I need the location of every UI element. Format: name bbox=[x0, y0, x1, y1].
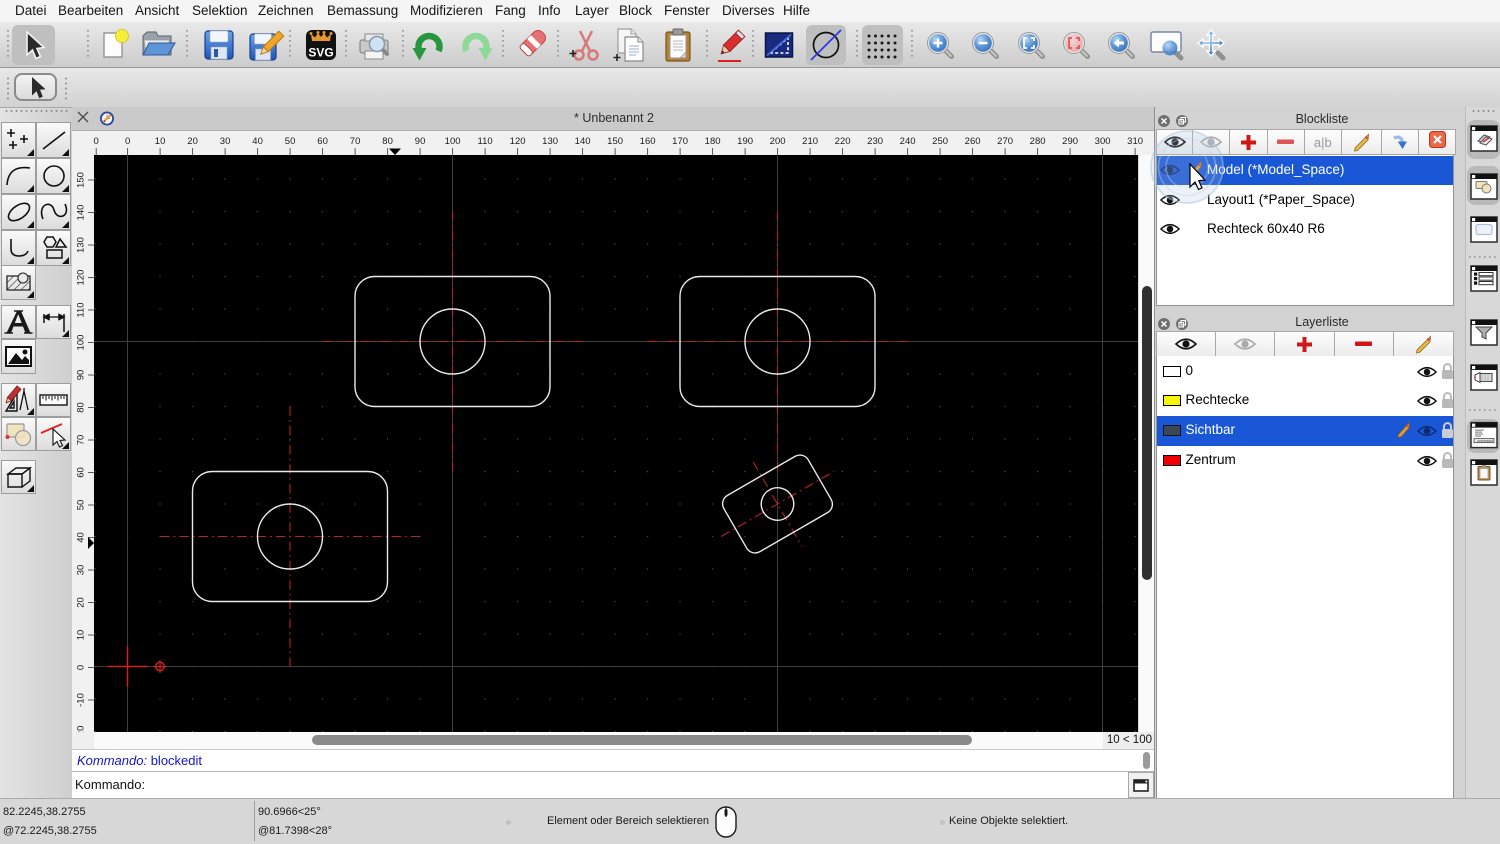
svg-text:180: 180 bbox=[705, 136, 721, 147]
svg-text:270: 270 bbox=[997, 136, 1013, 147]
svg-text:0: 0 bbox=[76, 664, 87, 669]
svg-text:90: 90 bbox=[76, 369, 87, 380]
svg-text:20: 20 bbox=[76, 597, 87, 608]
svg-text:30: 30 bbox=[220, 136, 231, 147]
svg-text:80: 80 bbox=[382, 136, 393, 147]
svg-text:110: 110 bbox=[76, 302, 87, 317]
svg-text:10: 10 bbox=[76, 629, 87, 640]
svg-text:160: 160 bbox=[640, 136, 656, 147]
svg-text:110: 110 bbox=[478, 136, 493, 147]
svg-text:130: 130 bbox=[542, 136, 558, 147]
svg-text:300: 300 bbox=[1095, 136, 1111, 147]
svg-text:200: 200 bbox=[770, 136, 786, 147]
svg-text:40: 40 bbox=[76, 532, 87, 543]
svg-text:260: 260 bbox=[965, 136, 981, 147]
svg-text:120: 120 bbox=[510, 136, 526, 147]
svg-text:230: 230 bbox=[867, 136, 883, 147]
svg-text:-20: -20 bbox=[76, 725, 87, 731]
svg-text:100: 100 bbox=[445, 136, 461, 147]
svg-text:250: 250 bbox=[932, 136, 948, 147]
svg-text:280: 280 bbox=[1030, 136, 1046, 147]
svg-text:0: 0 bbox=[94, 136, 99, 147]
svg-text:10: 10 bbox=[155, 136, 166, 147]
svg-text:60: 60 bbox=[317, 136, 328, 147]
svg-text:310: 310 bbox=[1127, 136, 1143, 147]
svg-text:40: 40 bbox=[252, 136, 263, 147]
svg-text:290: 290 bbox=[1062, 136, 1078, 147]
svg-text:SVG: SVG bbox=[308, 46, 333, 60]
svg-text:130: 130 bbox=[76, 237, 87, 253]
svg-text:70: 70 bbox=[350, 136, 361, 147]
svg-text:20: 20 bbox=[187, 136, 198, 147]
svg-text:80: 80 bbox=[76, 402, 87, 413]
svg-text:50: 50 bbox=[285, 136, 296, 147]
svg-text:140: 140 bbox=[76, 204, 87, 220]
svg-text:140: 140 bbox=[575, 136, 591, 147]
svg-text:90: 90 bbox=[415, 136, 426, 147]
svg-text:170: 170 bbox=[672, 136, 688, 147]
svg-text:-10: -10 bbox=[76, 693, 87, 707]
svg-text:50: 50 bbox=[76, 499, 87, 510]
svg-text:command: command bbox=[1477, 439, 1493, 443]
svg-text:210: 210 bbox=[802, 136, 818, 147]
svg-text:60: 60 bbox=[76, 467, 87, 478]
svg-text:120: 120 bbox=[76, 269, 87, 285]
svg-text:150: 150 bbox=[607, 136, 623, 147]
svg-text:220: 220 bbox=[835, 136, 851, 147]
svg-text:70: 70 bbox=[76, 434, 87, 445]
svg-text:190: 190 bbox=[737, 136, 753, 147]
svg-text:100: 100 bbox=[76, 334, 87, 350]
svg-text:0: 0 bbox=[125, 136, 130, 147]
svg-text:30: 30 bbox=[76, 564, 87, 575]
svg-text:240: 240 bbox=[900, 136, 916, 147]
svg-text:150: 150 bbox=[76, 172, 87, 188]
